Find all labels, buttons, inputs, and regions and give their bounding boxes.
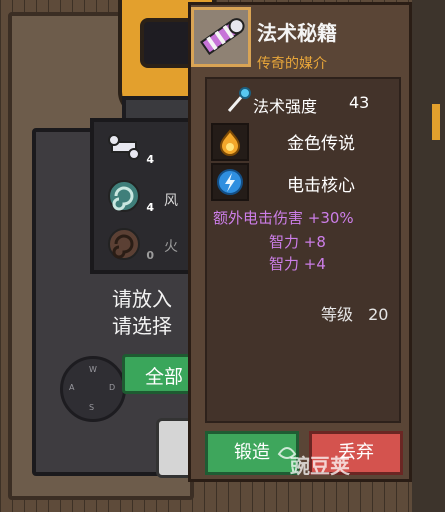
virtual-joystick[interactable]: W A D S bbox=[60, 356, 126, 422]
material-slot-3[interactable]: 0 bbox=[106, 226, 154, 262]
spell-power-value: 43 bbox=[349, 93, 370, 112]
bonus-line-2: 智力 +8 bbox=[269, 233, 326, 251]
item-level: 等级 20 bbox=[321, 301, 388, 325]
bone-material-icon bbox=[108, 134, 140, 160]
item-stats-panel: 法术强度 43 金色传说 电击核心 额外电击伤害 +30% 智力 +8 智力 +… bbox=[205, 77, 401, 423]
joystick-letter-d: D bbox=[109, 383, 116, 392]
material-slot-1[interactable]: 4 bbox=[106, 130, 154, 166]
right-side-bar bbox=[432, 104, 440, 140]
joystick-letter-w: W bbox=[89, 365, 97, 374]
level-value: 20 bbox=[368, 305, 389, 324]
joystick-letter-a: A bbox=[69, 383, 75, 392]
slot-count-2: 4 bbox=[146, 201, 154, 214]
perk-2-label: 电击核心 bbox=[287, 176, 355, 196]
fire-swirl-icon bbox=[108, 228, 140, 260]
place-prompt-line-1: 请放入 bbox=[112, 287, 172, 311]
magic-wand-icon bbox=[227, 87, 251, 112]
lightning-orb-icon bbox=[217, 169, 243, 195]
place-prompt: 请放入 请选择 bbox=[112, 286, 172, 340]
slot-count-3: 0 bbox=[146, 249, 154, 262]
slot-label-fire: 火 bbox=[164, 239, 178, 255]
right-side-panel bbox=[412, 0, 445, 512]
item-tooltip: 法术秘籍 传奇的媒介 法术强度 43 金色传说 电击核心 额外电击伤害 +30% bbox=[188, 2, 412, 482]
perk-2-icon-box bbox=[211, 163, 249, 201]
bonus-line-3: 智力 +4 bbox=[269, 255, 326, 273]
watermark-text: 豌豆荚 bbox=[290, 454, 350, 478]
spellbook-scroll-icon bbox=[200, 18, 245, 56]
joystick-letter-s: S bbox=[89, 403, 95, 412]
level-label: 等级 bbox=[321, 305, 354, 324]
bonus-line-1: 额外电击伤害 +30% bbox=[213, 209, 354, 227]
item-title: 法术秘籍 bbox=[257, 21, 337, 45]
item-subtitle: 传奇的媒介 bbox=[257, 56, 327, 72]
item-icon-frame bbox=[191, 7, 251, 67]
perk-1-icon-box bbox=[211, 123, 249, 161]
perk-1-label: 金色传说 bbox=[287, 134, 355, 154]
material-slot-2[interactable]: 4 bbox=[106, 178, 154, 214]
wind-swirl-icon bbox=[108, 180, 140, 212]
slot-label-wind: 风 bbox=[164, 193, 178, 209]
spell-power-label: 法术强度 bbox=[253, 97, 318, 116]
slot-count-1: 4 bbox=[146, 153, 154, 166]
place-prompt-line-2: 请选择 bbox=[112, 314, 172, 338]
fire-orb-icon bbox=[219, 129, 241, 156]
